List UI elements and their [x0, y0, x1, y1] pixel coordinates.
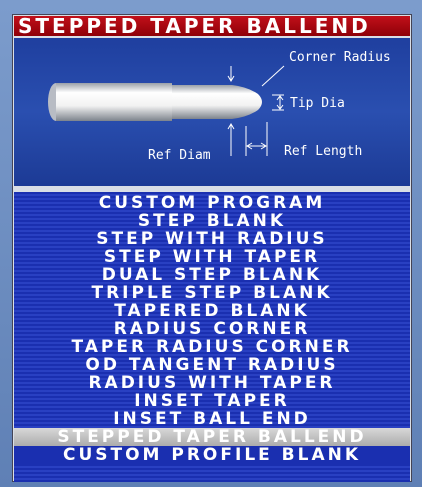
corner-radius-label: Corner Radius — [289, 50, 391, 65]
tool-diagram: Corner Radius Tip Dia Ref Diam Ref Lengt… — [14, 38, 410, 186]
blank-type-menu: CUSTOM PROGRAM STEP BLANK STEP WITH RADI… — [14, 192, 410, 482]
ref-diam-label: Ref Diam — [148, 148, 211, 163]
ref-length-label: Ref Length — [284, 144, 363, 159]
menu-item-custom-profile-blank[interactable]: CUSTOM PROFILE BLANK — [14, 446, 410, 465]
tip-dia-label: Tip Dia — [290, 96, 345, 111]
page-title: STEPPED TAPER BALLEND — [14, 16, 410, 36]
tapered-tip — [172, 85, 262, 119]
shank-body — [56, 83, 172, 121]
corner-radius-leader — [261, 65, 285, 87]
